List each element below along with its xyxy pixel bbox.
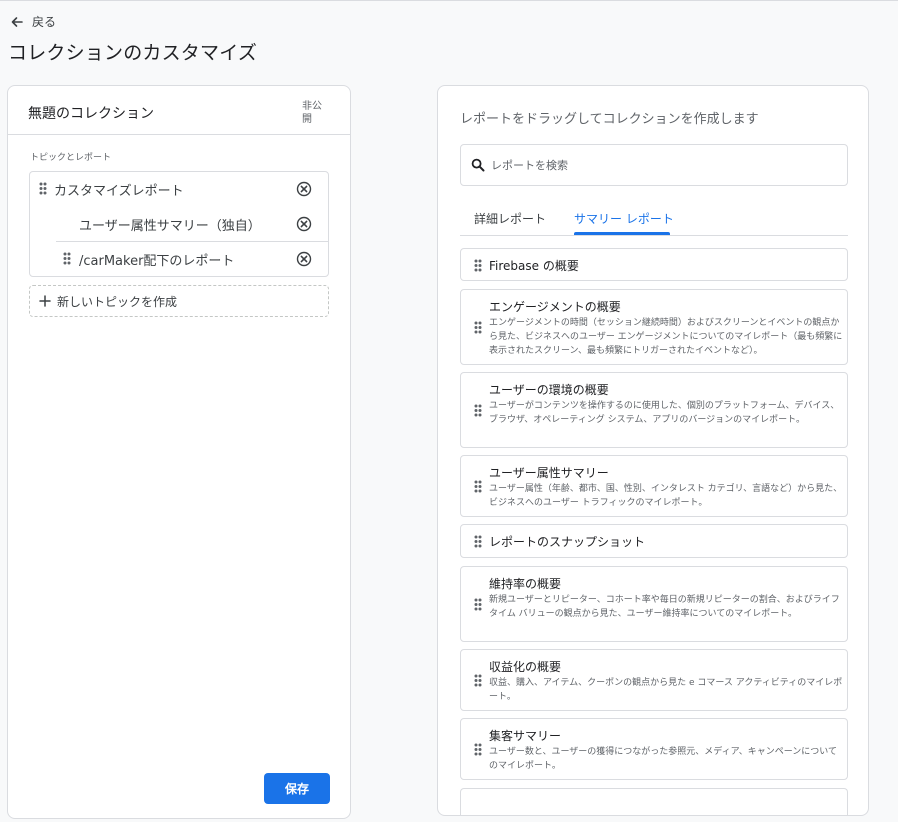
remove-report-icon[interactable] [296,216,312,232]
report-library-panel: レポートをドラッグしてコレクションを作成します 詳細レポート サマリー レポート… [437,85,869,816]
drag-handle-icon[interactable] [474,743,482,756]
report-title: ユーザーの環境の概要 [489,383,609,397]
topic-label: カスタマイズレポート [54,184,184,199]
active-tab-indicator [574,232,670,235]
library-heading: レポートをドラッグしてコレクションを作成します [460,112,759,127]
report-description: ユーザー属性（年齢、都市、国、性別、インタレスト カテゴリ、言語など）から見た、… [489,484,843,508]
search-icon [471,158,485,172]
report-title: 収益化の概要 [489,660,562,674]
topic-group: カスタマイズレポート ユーザー属性サマリー（独自） /carMaker配下のレポ… [29,171,329,277]
new-topic-label: 新しいトピックを作成 [57,294,178,309]
collection-header: 無題のコレクション 非公開 [8,86,350,135]
search-input[interactable] [491,158,831,172]
report-card[interactable]: 維持率の概要 新規ユーザーとリピーター、コホート率や毎日の新規リピーターの割合、… [460,566,848,642]
report-type-tabs: 詳細レポート サマリー レポート [460,206,848,236]
collection-report-row[interactable]: /carMaker配下のレポート [30,242,328,276]
drag-handle-icon[interactable] [474,321,482,334]
report-card[interactable]: エンゲージメントの概要 エンゲージメントの時間（セッション継続時間）およびスクリ… [460,289,848,365]
collection-report-label: /carMaker配下のレポート [79,254,235,269]
report-card[interactable]: ユーザー属性サマリー ユーザー属性（年齢、都市、国、性別、インタレスト カテゴリ… [460,455,848,517]
report-description: ユーザー数と、ユーザーの獲得につながった参照元、メディア、キャンペーンについての… [489,747,838,771]
report-description: 収益、購入、アイテム、クーポンの観点から見た e コマース アクティビティのマイ… [489,678,843,702]
back-link[interactable]: 戻る [10,13,56,30]
report-card[interactable]: ユーザーの環境の概要 ユーザーがコンテンツを操作するのに使用した、個別のプラット… [460,372,848,448]
report-card[interactable]: 集客サマリー ユーザー数と、ユーザーの獲得につながった参照元、メディア、キャンペ… [460,718,848,780]
top-divider [0,0,898,1]
remove-topic-icon[interactable] [296,181,312,197]
tab-detail-reports[interactable]: 詳細レポート [474,210,546,227]
report-description: エンゲージメントの時間（セッション継続時間）およびスクリーンとイベントの観点から… [489,318,843,356]
visibility-toggle[interactable]: 非公開 [302,100,328,126]
drag-handle-icon[interactable] [39,182,47,195]
topic-row[interactable]: カスタマイズレポート [30,172,328,206]
report-description: 新規ユーザーとリピーター、コホート率や毎日の新規リピーターの割合、およびライフタ… [489,595,840,619]
page-title: コレクションのカスタマイズ [8,42,258,64]
back-label: 戻る [32,15,57,29]
report-card-partial[interactable] [460,788,848,815]
report-card[interactable]: レポートのスナップショット [460,524,848,558]
report-title: Firebase の概要 [489,259,579,273]
section-label: トピックとレポート [30,153,112,163]
report-title: 集客サマリー [489,729,562,743]
report-description: ユーザーがコンテンツを操作するのに使用した、個別のプラットフォーム、デバイス、ブ… [489,401,840,425]
tab-summary-reports[interactable]: サマリー レポート [574,210,674,227]
plus-icon [39,295,51,307]
report-card[interactable]: Firebase の概要 [460,248,848,281]
report-title: 維持率の概要 [489,577,562,591]
drag-handle-icon[interactable] [474,404,482,417]
drag-handle-icon[interactable] [474,535,482,548]
collection-title[interactable]: 無題のコレクション [28,103,154,123]
report-title: ユーザー属性サマリー [489,466,609,480]
drag-handle-icon[interactable] [63,252,71,265]
drag-handle-icon[interactable] [474,674,482,687]
search-box[interactable] [460,144,848,186]
save-button[interactable]: 保存 [264,773,330,804]
drag-handle-icon[interactable] [474,259,482,272]
new-topic-button[interactable]: 新しいトピックを作成 [29,285,329,317]
collection-report-row[interactable]: ユーザー属性サマリー（独自） [30,207,328,241]
report-title: エンゲージメントの概要 [489,300,621,314]
collection-panel: 無題のコレクション 非公開 トピックとレポート カスタマイズレポート ユーザー属… [7,85,351,819]
report-card[interactable]: 収益化の概要 収益、購入、アイテム、クーポンの観点から見た e コマース アクテ… [460,649,848,711]
remove-report-icon[interactable] [296,251,312,267]
collection-report-label: ユーザー属性サマリー（独自） [79,219,261,234]
arrow-left-icon [11,16,23,27]
drag-handle-icon[interactable] [474,480,482,493]
drag-handle-icon[interactable] [474,598,482,611]
report-title: レポートのスナップショット [489,535,646,549]
